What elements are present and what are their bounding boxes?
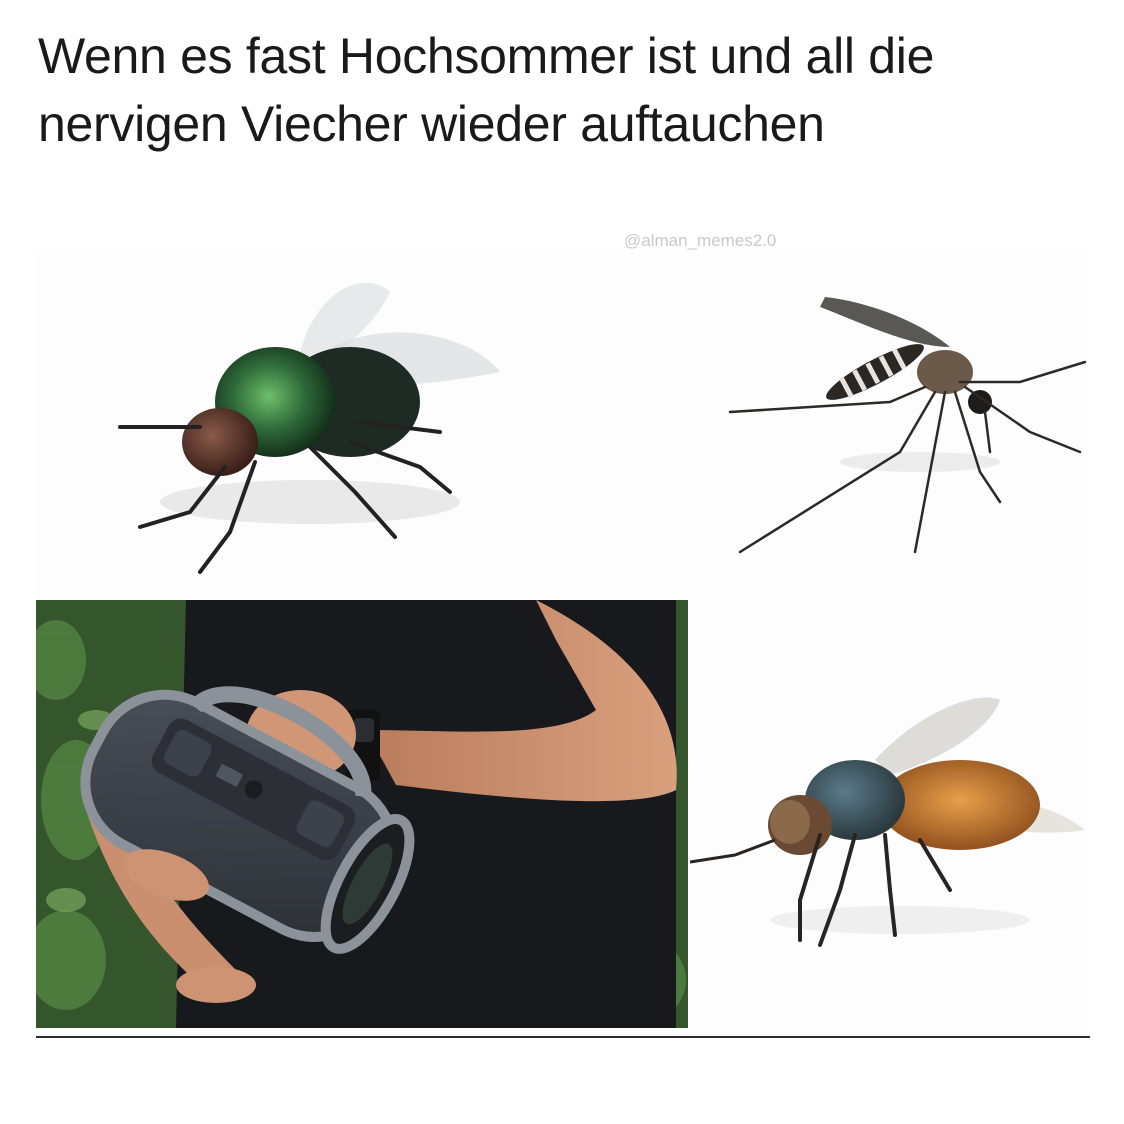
mosquito-icon — [728, 297, 1087, 554]
caption-line-1: Wenn es fast Hochsommer ist und all die — [38, 28, 935, 84]
speaker-photo — [36, 600, 688, 1028]
fly-image — [50, 252, 560, 597]
horsefly-icon — [690, 697, 1085, 947]
meme-caption: Wenn es fast Hochsommer ist und all die … — [38, 22, 1098, 158]
green-fly-icon — [118, 282, 500, 574]
watermark: @alman_memes2.0 — [624, 231, 777, 250]
speaker-icon — [36, 600, 688, 1028]
horsefly-image — [690, 600, 1090, 1028]
caption-line-2: nervigen Viecher wieder auftauchen — [38, 96, 825, 152]
mosquito-image — [690, 252, 1090, 597]
bottom-divider — [36, 1036, 1090, 1038]
